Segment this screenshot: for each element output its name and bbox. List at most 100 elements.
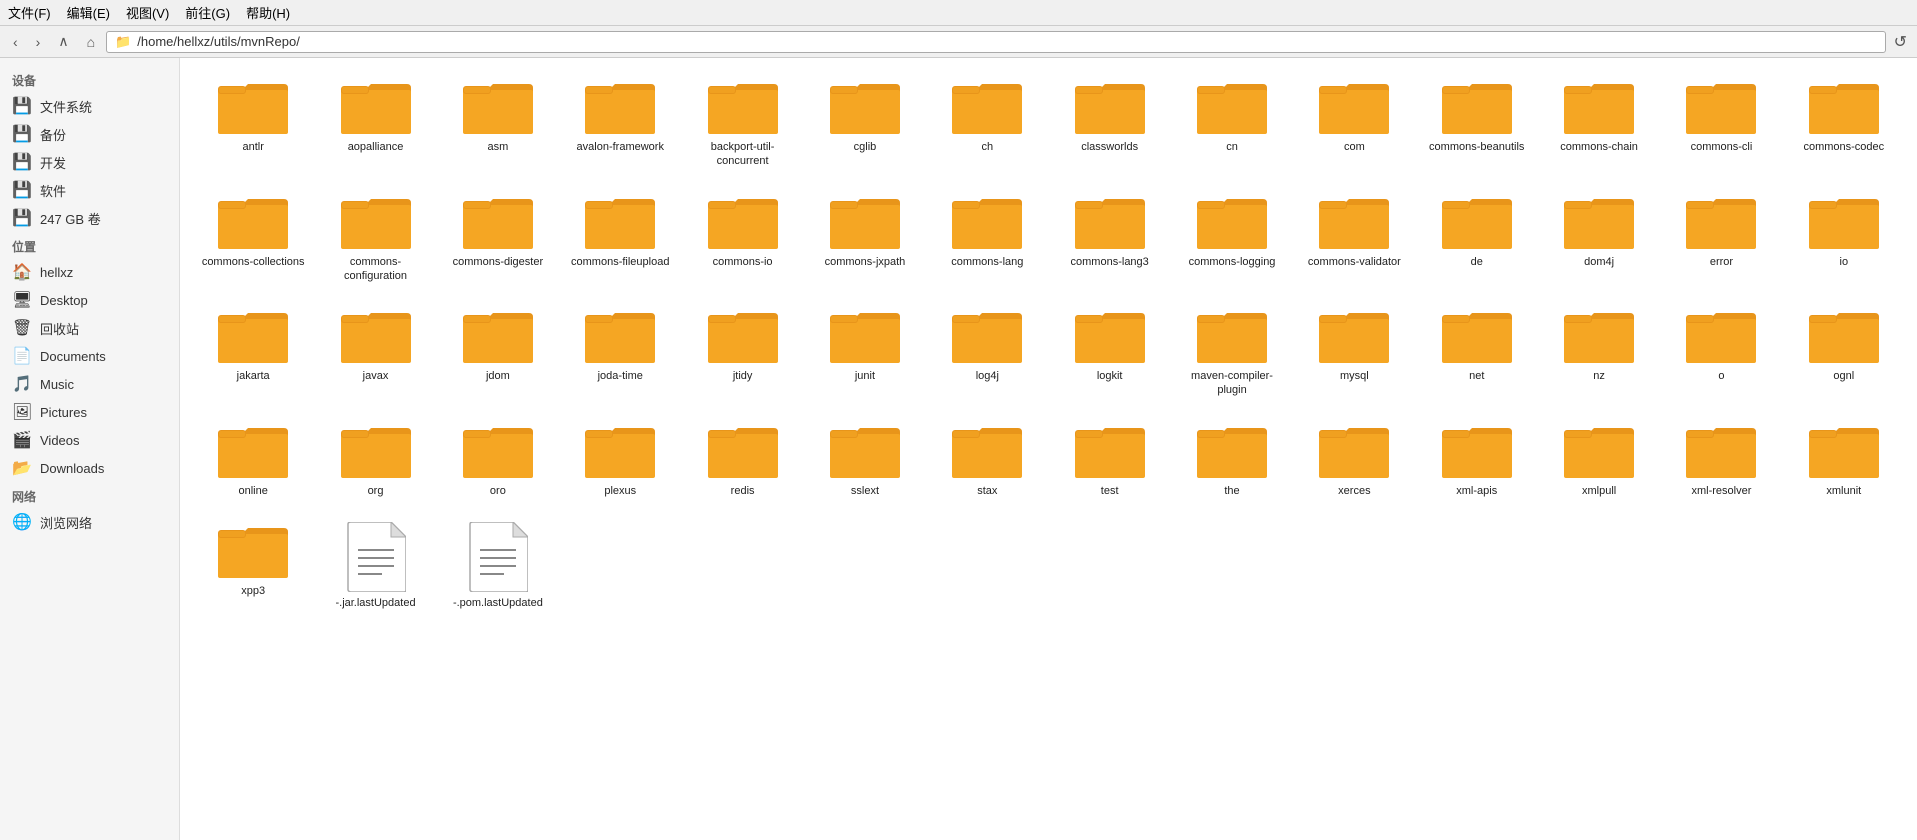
folder-item[interactable]: commons-codec (1787, 70, 1901, 177)
sidebar-item-videos[interactable]: 🎬 Videos (0, 426, 179, 454)
folder-item[interactable]: xmlunit (1787, 414, 1901, 506)
folder-item[interactable]: commons-lang (930, 185, 1044, 292)
folder-item[interactable]: xml-resolver (1664, 414, 1778, 506)
folder-item[interactable]: junit (808, 299, 922, 406)
folder-item[interactable]: commons-validator (1297, 185, 1411, 292)
menu-file[interactable]: 文件(F) (8, 3, 51, 22)
folder-item[interactable]: joda-time (563, 299, 677, 406)
folder-item[interactable]: io (1787, 185, 1901, 292)
folder-icon (1319, 78, 1389, 136)
folder-item[interactable]: cn (1175, 70, 1289, 177)
folder-item[interactable]: net (1420, 299, 1534, 406)
sidebar-item-backup[interactable]: 💾 备份 (0, 120, 179, 148)
menu-edit[interactable]: 编辑(E) (67, 3, 110, 22)
folder-item[interactable]: commons-chain (1542, 70, 1656, 177)
folder-item[interactable]: commons-io (685, 185, 799, 292)
home-button[interactable]: ⌂ (80, 31, 102, 53)
forward-button[interactable]: › (29, 31, 48, 53)
folder-item[interactable]: stax (930, 414, 1044, 506)
folder-item[interactable]: maven-compiler-plugin (1175, 299, 1289, 406)
file-item[interactable]: -.pom.lastUpdated (441, 514, 555, 618)
folder-item[interactable]: ognl (1787, 299, 1901, 406)
folder-item[interactable]: commons-jxpath (808, 185, 922, 292)
up-button[interactable]: ∧ (51, 30, 75, 53)
menu-goto[interactable]: 前往(G) (185, 3, 230, 22)
folder-item[interactable]: error (1664, 185, 1778, 292)
address-bar[interactable]: 📁 /home/hellxz/utils/mvnRepo/ (106, 31, 1886, 53)
folder-icon (218, 193, 288, 251)
folder-icon (708, 193, 778, 251)
folder-item[interactable]: cglib (808, 70, 922, 177)
sidebar-item-music[interactable]: 🎵 Music (0, 370, 179, 398)
folder-item[interactable]: jakarta (196, 299, 310, 406)
folder-label: xpp3 (241, 584, 265, 598)
sidebar-item-software[interactable]: 💾 软件 (0, 176, 179, 204)
folder-item[interactable]: commons-fileupload (563, 185, 677, 292)
sidebar-item-hellxz[interactable]: 🏠 hellxz (0, 258, 179, 286)
folder-item[interactable]: org (318, 414, 432, 506)
drive-icon-dev: 💾 (12, 152, 32, 172)
folder-item[interactable]: commons-configuration (318, 185, 432, 292)
folder-item[interactable]: commons-digester (441, 185, 555, 292)
sidebar-item-documents[interactable]: 📄 Documents (0, 342, 179, 370)
folder-item[interactable]: asm (441, 70, 555, 177)
folder-item[interactable]: aopalliance (318, 70, 432, 177)
folder-item[interactable]: dom4j (1542, 185, 1656, 292)
reload-button[interactable]: ↺ (1890, 32, 1911, 52)
file-item[interactable]: -.jar.lastUpdated (318, 514, 432, 618)
folder-item[interactable]: sslext (808, 414, 922, 506)
folder-item[interactable]: jtidy (685, 299, 799, 406)
folder-item[interactable]: redis (685, 414, 799, 506)
sidebar-item-browse-network[interactable]: 🌐 浏览网络 (0, 508, 179, 536)
folder-label: jdom (486, 369, 510, 383)
folder-item[interactable]: avalon-framework (563, 70, 677, 177)
folder-item[interactable]: online (196, 414, 310, 506)
folder-item[interactable]: xpp3 (196, 514, 310, 618)
folder-item[interactable]: classworlds (1052, 70, 1166, 177)
folder-item[interactable]: oro (441, 414, 555, 506)
sidebar-item-filesystem[interactable]: 💾 文件系统 (0, 92, 179, 120)
folder-item[interactable]: log4j (930, 299, 1044, 406)
music-icon: 🎵 (12, 374, 32, 394)
folder-item[interactable]: antlr (196, 70, 310, 177)
sidebar-item-pictures[interactable]: 🖼 Pictures (0, 398, 179, 426)
folder-icon (1686, 307, 1756, 365)
folder-label: oro (490, 484, 506, 498)
sidebar-item-trash[interactable]: 🗑 回收站 (0, 314, 179, 342)
folder-item[interactable]: commons-logging (1175, 185, 1289, 292)
folder-label: commons-codec (1803, 140, 1884, 154)
folder-item[interactable]: de (1420, 185, 1534, 292)
sidebar-label-filesystem: 文件系统 (40, 97, 92, 116)
menubar: 文件(F) 编辑(E) 视图(V) 前往(G) 帮助(H) (0, 0, 1917, 26)
back-button[interactable]: ‹ (6, 31, 25, 53)
folder-item[interactable]: com (1297, 70, 1411, 177)
menu-view[interactable]: 视图(V) (126, 3, 169, 22)
folder-item[interactable]: xml-apis (1420, 414, 1534, 506)
folder-item[interactable]: nz (1542, 299, 1656, 406)
menu-help[interactable]: 帮助(H) (246, 3, 290, 22)
folder-item[interactable]: test (1052, 414, 1166, 506)
folder-item[interactable]: commons-beanutils (1420, 70, 1534, 177)
folder-item[interactable]: ch (930, 70, 1044, 177)
folder-item[interactable]: plexus (563, 414, 677, 506)
folder-item[interactable]: backport-util-concurrent (685, 70, 799, 177)
folder-label: o (1718, 369, 1724, 383)
folder-item[interactable]: xmlpull (1542, 414, 1656, 506)
sidebar-item-desktop[interactable]: 🖥 Desktop (0, 286, 179, 314)
folder-icon (341, 193, 411, 251)
folder-icon (952, 307, 1022, 365)
folder-item[interactable]: mysql (1297, 299, 1411, 406)
folder-item[interactable]: commons-collections (196, 185, 310, 292)
sidebar-item-247gb[interactable]: 💾 247 GB 卷 (0, 204, 179, 232)
folder-item[interactable]: javax (318, 299, 432, 406)
folder-item[interactable]: xerces (1297, 414, 1411, 506)
folder-item[interactable]: jdom (441, 299, 555, 406)
folder-item[interactable]: the (1175, 414, 1289, 506)
folder-item[interactable]: commons-cli (1664, 70, 1778, 177)
folder-icon (708, 307, 778, 365)
sidebar-item-dev[interactable]: 💾 开发 (0, 148, 179, 176)
folder-item[interactable]: commons-lang3 (1052, 185, 1166, 292)
sidebar-item-downloads[interactable]: 📂 Downloads (0, 454, 179, 482)
folder-item[interactable]: o (1664, 299, 1778, 406)
folder-item[interactable]: logkit (1052, 299, 1166, 406)
